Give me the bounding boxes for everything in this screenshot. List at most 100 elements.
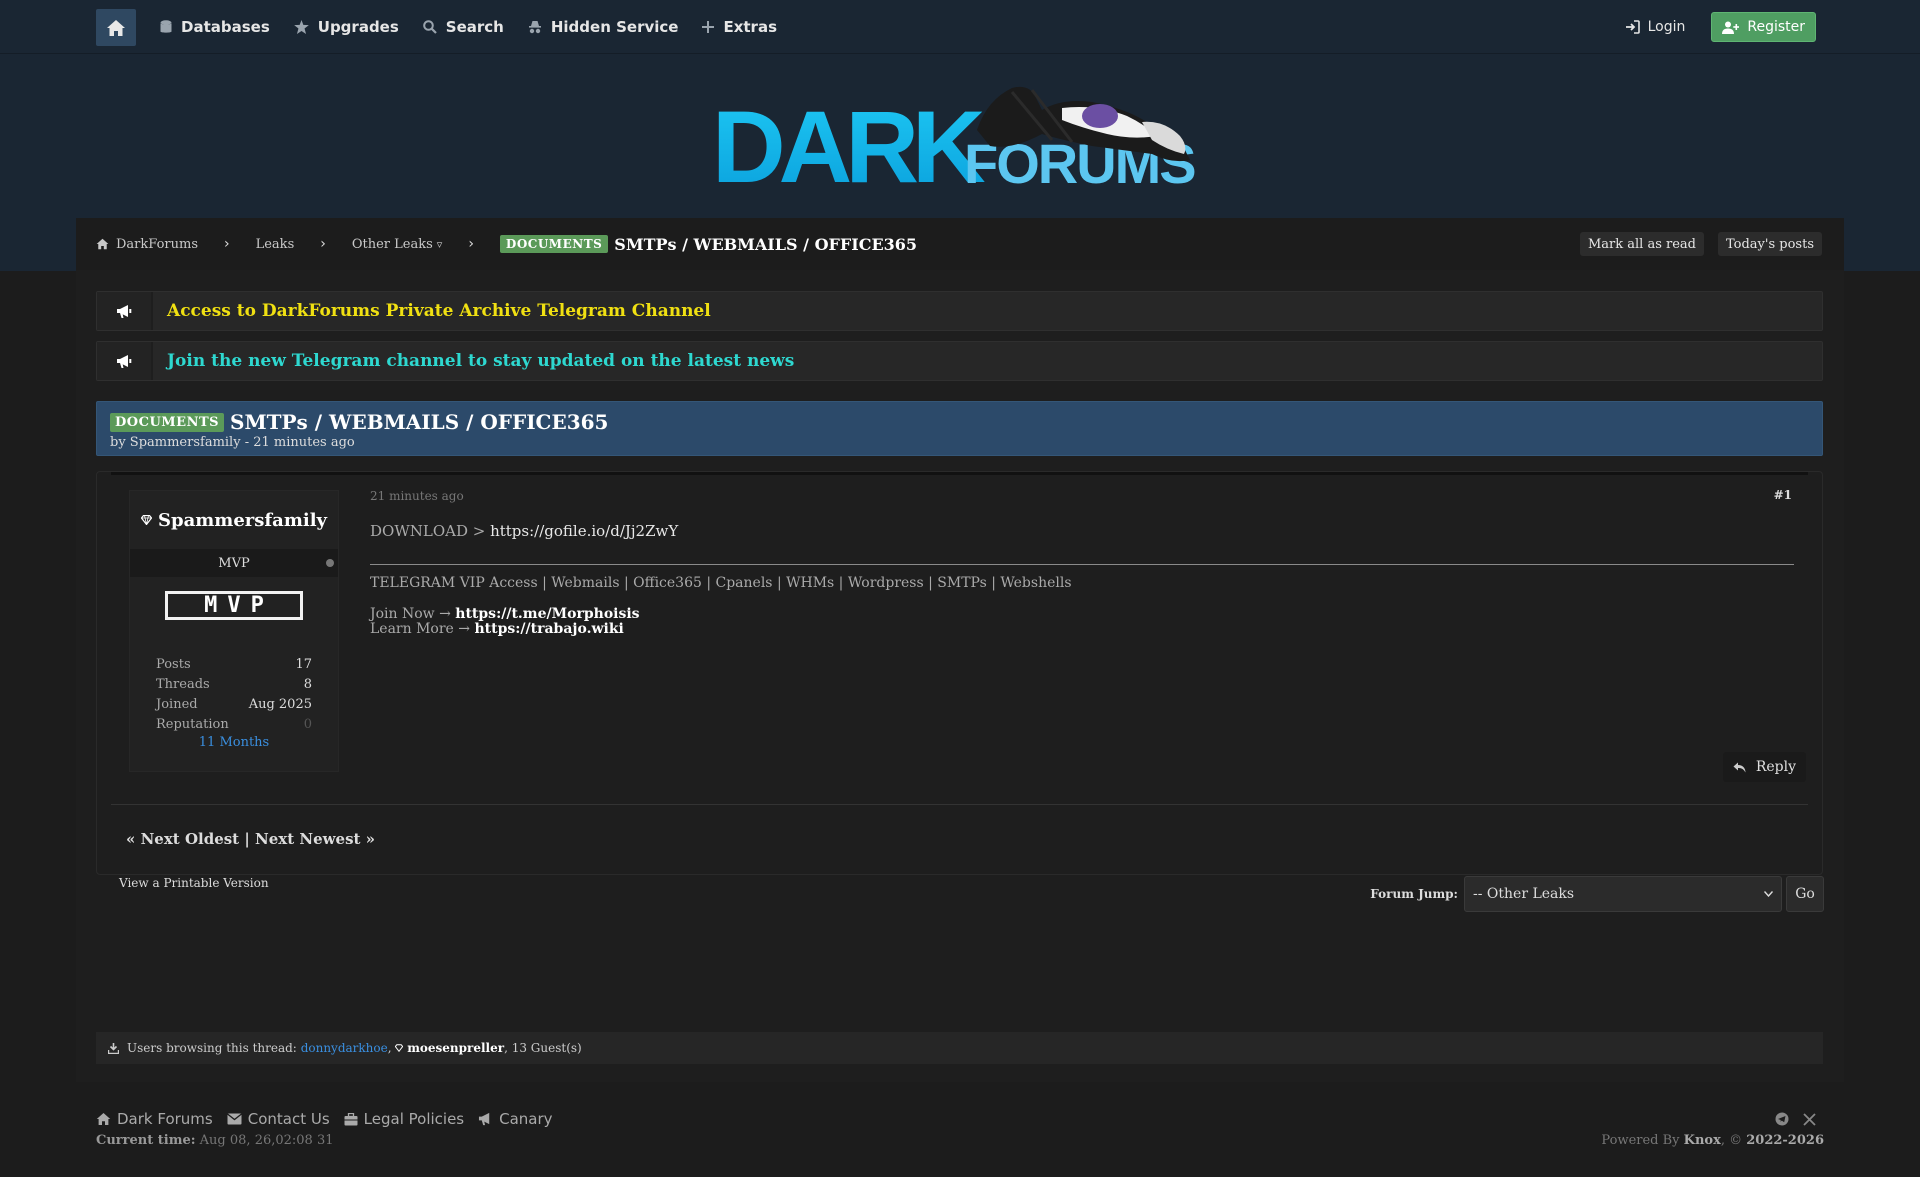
nav-extras[interactable]: Extras (702, 18, 777, 36)
announcement-text: Join the new Telegram channel to stay up… (167, 351, 795, 371)
post-timestamp: 21 minutes ago (370, 489, 464, 503)
todays-posts-button[interactable]: Today's posts (1718, 232, 1822, 256)
author-name-label: Spammersfamily (158, 509, 327, 531)
download-icon (108, 1042, 119, 1054)
login-link[interactable]: Login (1625, 19, 1686, 35)
post-number-link[interactable]: #1 (1774, 488, 1792, 502)
breadcrumb-leaks[interactable]: Leaks (256, 237, 295, 252)
site-logo[interactable]: DARK FORUMS (712, 80, 1202, 204)
thread-header: DOCUMENTS SMTPs / WEBMAILS / OFFICE365 b… (96, 401, 1823, 456)
chevron-right-icon: › (224, 236, 230, 252)
users-browsing-text: Users browsing this thread: donnydarkhoe… (127, 1041, 582, 1055)
breadcrumb-home-label: DarkForums (116, 236, 198, 252)
powered-by: Powered By Knox, © 2022-2026 (1601, 1133, 1824, 1148)
telegram-icon[interactable] (1775, 1111, 1789, 1130)
author-rank-label: MVP (218, 555, 250, 571)
breadcrumb-home[interactable]: DarkForums (96, 237, 198, 252)
browsing-user-link[interactable]: moesenpreller (407, 1041, 504, 1055)
envelope-icon (226, 1113, 242, 1125)
announcement-text: Access to DarkForums Private Archive Tel… (167, 301, 711, 321)
reply-button[interactable]: Reply (1722, 752, 1806, 782)
chevron-right-icon: › (320, 236, 326, 252)
megaphone-icon (479, 1112, 490, 1126)
thread-byline: by Spammersfamily - 21 minutes ago (110, 435, 355, 450)
announcement-bar[interactable]: Join the new Telegram channel to stay up… (96, 341, 1823, 381)
download-line: DOWNLOAD > https://gofile.io/d/Jj2ZwY (370, 522, 1794, 540)
post-footer-divider (111, 804, 1808, 805)
x-twitter-icon[interactable] (1803, 1111, 1816, 1130)
main-nav: Databases Upgrades Search Hidden Service… (160, 0, 777, 54)
announcement-bar[interactable]: Access to DarkForums Private Archive Tel… (96, 291, 1823, 331)
star-icon (293, 20, 309, 34)
thread-title: DOCUMENTS SMTPs / WEBMAILS / OFFICE365 (110, 410, 1809, 434)
breadcrumb-other-leaks-label: Other Leaks (351, 236, 433, 252)
forum-jump-go-button[interactable]: Go (1786, 876, 1824, 912)
forum-jump-selected: -- Other Leaks (1473, 886, 1575, 902)
footer-link-contact[interactable]: Contact Us (226, 1110, 330, 1128)
forum-jump-select[interactable]: -- Other Leaks (1464, 876, 1782, 912)
telegram-link[interactable]: https://t.me/Morphoisis (455, 606, 639, 622)
stat-joined: Joined Aug 2025 (156, 696, 312, 712)
search-icon (422, 20, 437, 34)
nav-upgrades[interactable]: Upgrades (293, 18, 399, 36)
home-icon (107, 19, 125, 36)
website-link[interactable]: https://trabajo.wiki (474, 621, 623, 637)
login-label: Login (1647, 19, 1686, 35)
chevron-down-icon (1764, 891, 1773, 897)
thread-pagination[interactable]: « Next Oldest | Next Newest » (126, 830, 375, 848)
breadcrumb: DarkForums › Leaks › Other Leaks ▿ › DOC… (76, 218, 1844, 270)
register-button[interactable]: Register (1711, 12, 1816, 42)
forum-jump: Forum Jump: -- Other Leaks Go (1370, 876, 1824, 912)
footer-link-canary[interactable]: Canary (478, 1110, 553, 1128)
footer-link-legal[interactable]: Legal Policies (344, 1110, 464, 1128)
signature-text: TELEGRAM VIP Access | Webmails | Office3… (370, 575, 1072, 591)
breadcrumb-actions: Mark all as read Today's posts (1579, 232, 1822, 256)
register-label: Register (1747, 19, 1805, 35)
users-browsing: Users browsing this thread: donnydarkhoe… (96, 1032, 1823, 1064)
chevron-right-icon: › (468, 236, 474, 252)
logo-word-dark: DARK (712, 90, 985, 196)
post: Spammersfamily MVP MVP Posts 17 Threads 8 … (96, 471, 1823, 875)
download-prefix: DOWNLOAD > (370, 522, 491, 540)
download-link[interactable]: https://gofile.io/d/Jj2ZwY (490, 522, 678, 540)
megaphone-icon (97, 342, 153, 380)
nav-databases-label: Databases (181, 18, 270, 36)
nav-hidden-service[interactable]: Hidden Service (528, 18, 678, 36)
thread-prefix-badge: DOCUMENTS (110, 412, 225, 432)
signature-links: Join Now → https://t.me/Morphoisis Learn… (370, 607, 1794, 637)
footer-links: Dark Forums Contact Us Legal Policies Ca… (96, 1110, 553, 1128)
thread-title-text: SMTPs / WEBMAILS / OFFICE365 (230, 410, 609, 434)
auth-links: Login Register (1625, 0, 1816, 54)
member-age: 11 Months (198, 735, 270, 750)
stat-reputation: Reputation 0 (156, 716, 312, 732)
home-button[interactable] (96, 9, 136, 46)
forum-jump-label: Forum Jump: (1370, 887, 1458, 901)
home-icon (96, 238, 109, 250)
author-stats: Posts 17 Threads 8 Joined Aug 2025 Reputati… (156, 654, 312, 734)
megaphone-icon (97, 292, 153, 330)
nav-databases[interactable]: Databases (160, 18, 270, 36)
browsing-user-link[interactable]: donnydarkhoe (301, 1041, 388, 1055)
powered-by-name[interactable]: Knox (1684, 1133, 1721, 1148)
printable-version-link[interactable]: View a Printable Version (119, 876, 269, 890)
user-plus-icon (1722, 21, 1740, 34)
post-content: DOWNLOAD > https://gofile.io/d/Jj2ZwY TE… (370, 522, 1794, 637)
mark-all-read-button[interactable]: Mark all as read (1579, 232, 1704, 256)
main-container: DarkForums › Leaks › Other Leaks ▿ › DOC… (76, 218, 1844, 1082)
mvp-badge: MVP (165, 591, 303, 620)
diamond-icon (141, 515, 152, 525)
learn-label: Learn More → (370, 621, 475, 637)
diamond-icon (395, 1044, 404, 1053)
plus-icon (702, 21, 715, 33)
offline-status-dot (326, 559, 334, 567)
current-time: Current time: Aug 08, 26,02:08 31 (96, 1133, 334, 1148)
author-name[interactable]: Spammersfamily (130, 491, 338, 549)
join-label: Join Now → (370, 606, 456, 622)
nav-search[interactable]: Search (422, 18, 504, 36)
author-rank: MVP (130, 549, 338, 577)
breadcrumb-other-leaks[interactable]: Other Leaks ▿ (352, 237, 442, 252)
signature-divider (370, 564, 1794, 565)
home-icon (96, 1113, 111, 1125)
footer-link-dark-forums[interactable]: Dark Forums (96, 1110, 213, 1128)
incognito-icon (528, 21, 541, 34)
